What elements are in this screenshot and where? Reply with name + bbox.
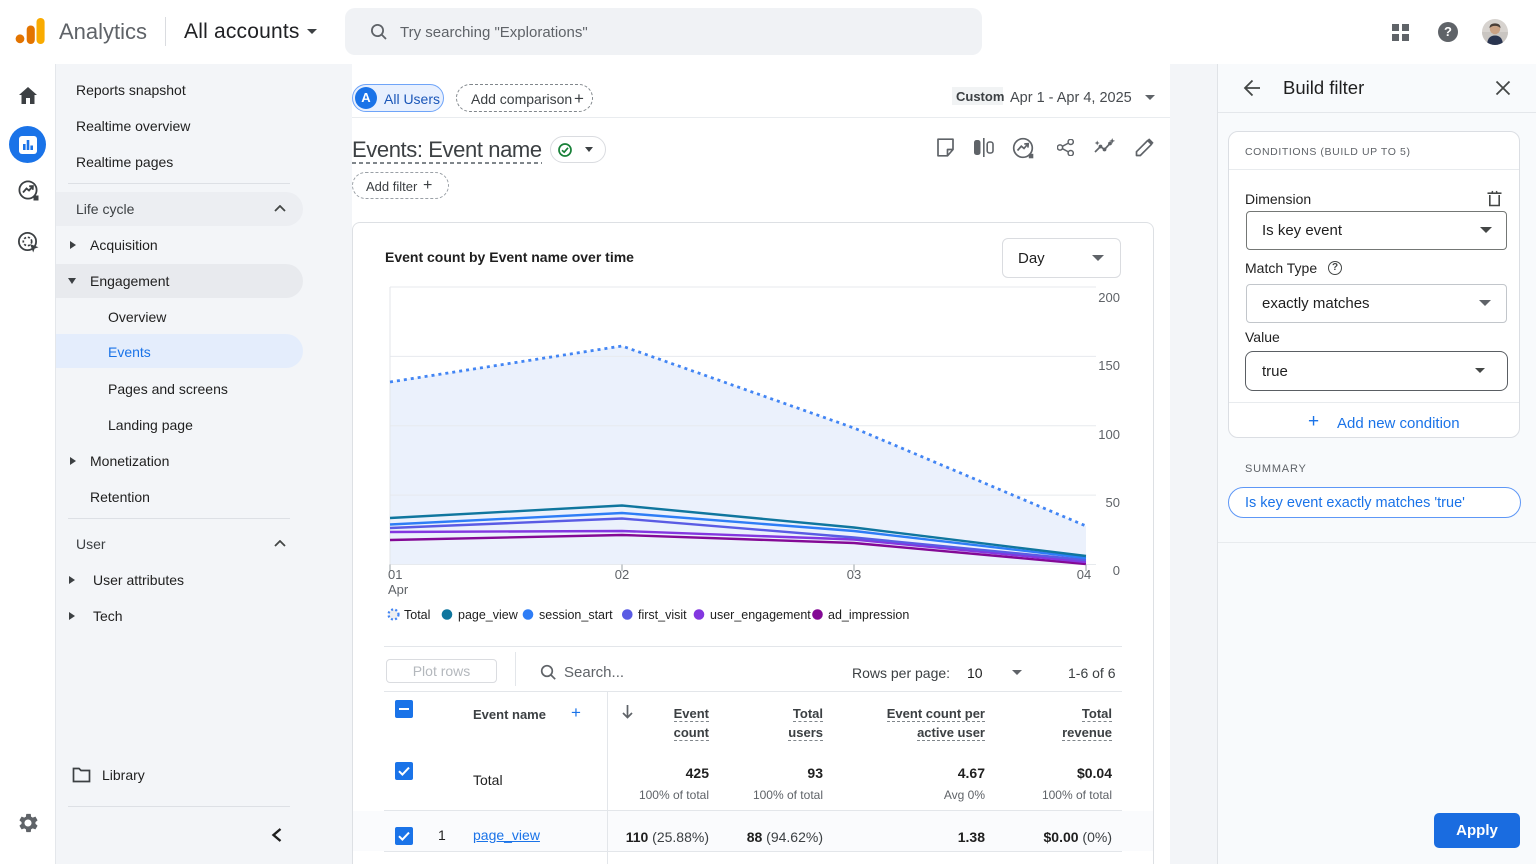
svg-text:150: 150 bbox=[1098, 358, 1120, 373]
svg-text:user_engagement: user_engagement bbox=[710, 608, 811, 622]
svg-text:ad_impression: ad_impression bbox=[828, 608, 909, 622]
svg-text:Event count by Event name over: Event count by Event name over time bbox=[385, 249, 634, 265]
svg-text:page_view: page_view bbox=[458, 608, 519, 622]
svg-text:01: 01 bbox=[388, 567, 402, 582]
svg-text:200: 200 bbox=[1098, 290, 1120, 305]
svg-text:0: 0 bbox=[1113, 563, 1120, 578]
svg-text:first_visit: first_visit bbox=[638, 608, 687, 622]
svg-text:50: 50 bbox=[1106, 495, 1120, 510]
svg-text:session_start: session_start bbox=[539, 608, 613, 622]
svg-text:03: 03 bbox=[847, 567, 861, 582]
svg-text:Apr: Apr bbox=[388, 582, 409, 597]
svg-text:04: 04 bbox=[1077, 567, 1091, 582]
svg-text:Total: Total bbox=[404, 608, 430, 622]
svg-text:100: 100 bbox=[1098, 427, 1120, 442]
svg-text:02: 02 bbox=[615, 567, 629, 582]
